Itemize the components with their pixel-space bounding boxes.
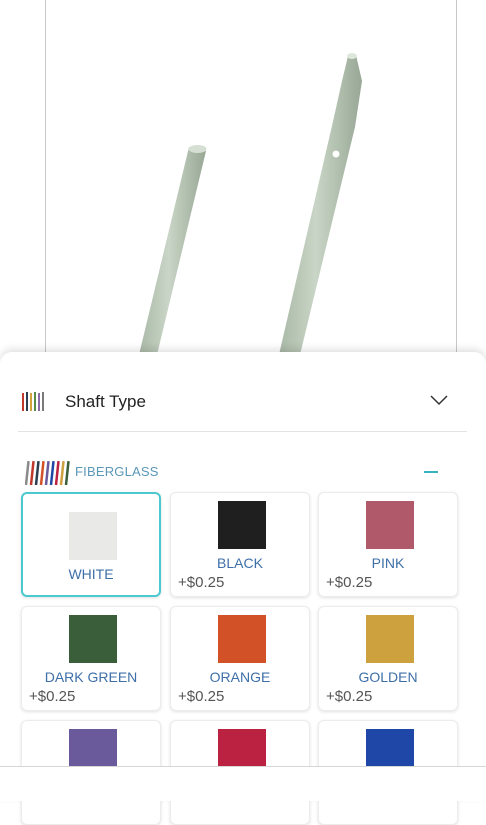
option-name: BLACK	[217, 555, 263, 571]
option-price: +$0.25	[326, 688, 373, 705]
color-swatch	[218, 615, 266, 663]
shaft-type-title: Shaft Type	[65, 392, 146, 411]
shaft-type-header[interactable]: Shaft Type	[18, 352, 467, 432]
option-name: WHITE	[68, 566, 114, 582]
option-name: ORANGE	[209, 669, 271, 685]
color-swatch	[69, 512, 117, 560]
product-preview	[45, 0, 457, 357]
collapse-group-button[interactable]	[424, 471, 438, 473]
option-price: +$0.25	[29, 688, 76, 705]
fiberglass-group-label: FIBERGLASS	[75, 464, 159, 479]
customization-panel: Shaft Type FIBERGLASS WHITE BLACK +$0.25 PI…	[0, 352, 486, 825]
option-name: DARK GREEN	[44, 669, 138, 685]
shaft-render-image	[138, 53, 362, 356]
shaft-bundle-icon	[22, 392, 44, 411]
shaft-option-card[interactable]: WHITE	[21, 492, 161, 597]
shaft-option-card[interactable]: BLACK +$0.25	[170, 492, 310, 597]
option-price: +$0.25	[178, 688, 225, 705]
shaft-option-card[interactable]: ORANGE +$0.25	[170, 606, 310, 711]
option-name: GOLDEN	[358, 669, 418, 685]
option-price: +$0.25	[326, 574, 373, 591]
shaft-option-card[interactable]: DARK GREEN +$0.25	[21, 606, 161, 711]
color-swatch	[366, 615, 414, 663]
color-swatch	[366, 501, 414, 549]
chevron-down-icon[interactable]	[430, 394, 448, 406]
bottom-bar	[0, 766, 486, 801]
option-price: +$0.25	[178, 574, 225, 591]
shaft-option-card[interactable]: GOLDEN +$0.25	[318, 606, 458, 711]
color-swatch	[69, 615, 117, 663]
option-name: PINK	[371, 555, 405, 571]
fiberglass-shafts-icon	[25, 460, 70, 486]
shaft-option-card[interactable]: PINK +$0.25	[318, 492, 458, 597]
color-swatch	[218, 501, 266, 549]
